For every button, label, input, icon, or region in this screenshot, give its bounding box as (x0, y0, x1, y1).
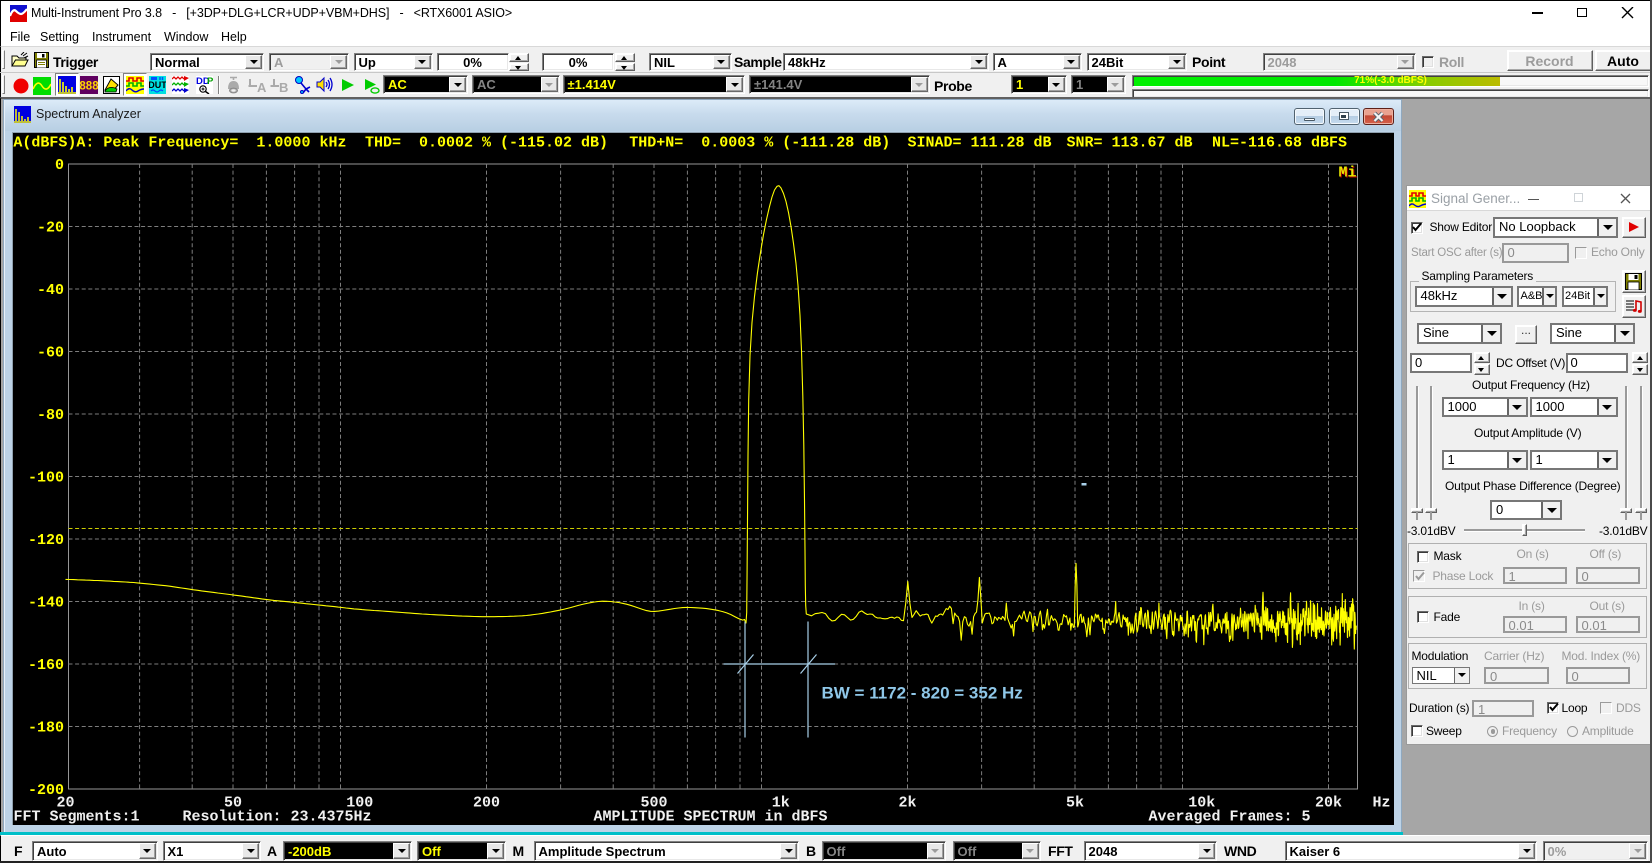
svg-text:A(dBFS)A: Peak Frequency= 1.0: A(dBFS)A: Peak Frequency= 1.0000 kHz (13, 134, 346, 151)
svg-text:-160: -160 (27, 657, 63, 674)
svg-text:SNR= 113.67 dB: SNR= 113.67 dB (1066, 134, 1192, 151)
svg-text:200: 200 (472, 794, 499, 811)
svg-text:-40: -40 (36, 282, 63, 299)
svg-text:888: 888 (80, 81, 98, 93)
svg-text:Mi: Mi (1338, 164, 1356, 181)
svg-text:DUT: DUT (149, 80, 166, 90)
svg-text:SINAD= 111.28 dB: SINAD= 111.28 dB (907, 134, 1051, 151)
svg-text:5k: 5k (1065, 794, 1083, 811)
svg-text:20k: 20k (1314, 794, 1341, 811)
svg-text:THD= 0.0002 % (-115.02 dB): THD= 0.0002 % (-115.02 dB) (365, 134, 608, 151)
svg-text:B: B (279, 80, 288, 94)
svg-text:-80: -80 (36, 407, 63, 424)
svg-text:THD+N= 0.0003 % (-111.28 dB): THD+N= 0.0003 % (-111.28 dB) (629, 134, 890, 151)
svg-text:-60: -60 (36, 344, 63, 361)
svg-text:AMPLITUDE SPECTRUM in dBFS: AMPLITUDE SPECTRUM in dBFS (593, 808, 827, 825)
svg-text:Resolution: 23.4375Hz: Resolution: 23.4375Hz (182, 808, 371, 825)
svg-text:P: P (207, 76, 213, 87)
svg-text:-20: -20 (36, 219, 63, 236)
svg-text:NL=-116.68 dBFS: NL=-116.68 dBFS (1212, 134, 1347, 151)
svg-text:0: 0 (54, 157, 63, 174)
svg-text:2k: 2k (898, 794, 916, 811)
svg-text:-120: -120 (27, 532, 63, 549)
svg-text:-140: -140 (27, 594, 63, 611)
svg-text:Averaged Frames: 5: Averaged Frames: 5 (1148, 808, 1310, 825)
svg-text:Hz: Hz (1372, 794, 1390, 811)
svg-text:BW = 1172 - 820 = 352 Hz: BW = 1172 - 820 = 352 Hz (821, 683, 1022, 702)
svg-text:-180: -180 (27, 719, 63, 736)
svg-text:FFT Segments:1: FFT Segments:1 (13, 808, 139, 825)
svg-text:-100: -100 (27, 469, 63, 486)
svg-text:A: A (257, 80, 266, 94)
